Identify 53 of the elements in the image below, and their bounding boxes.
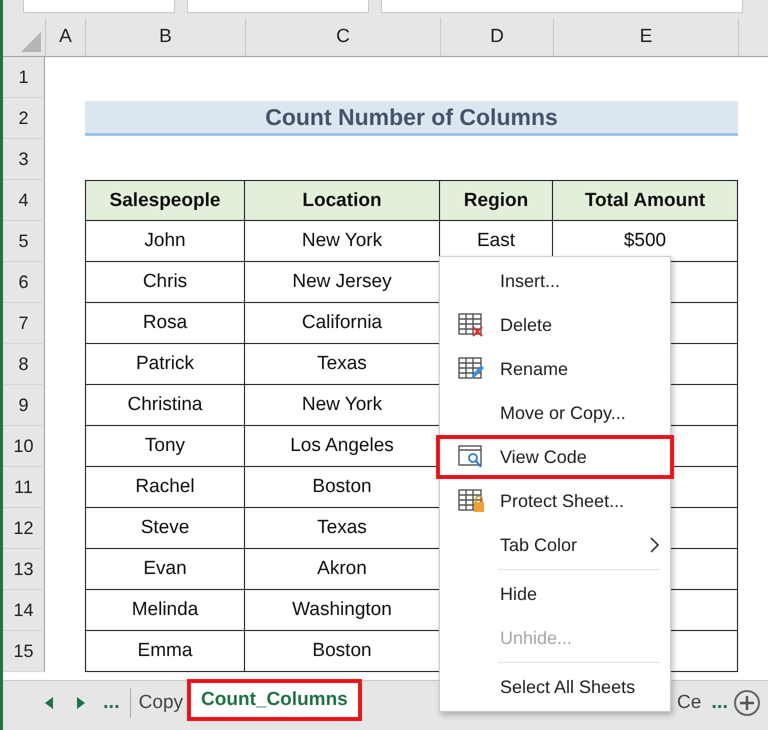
table-header-cell: Location [245,180,440,221]
row-header[interactable]: 12 [3,508,45,549]
rename-icon [458,357,484,381]
table-cell: Patrick [85,344,245,385]
sheet-tab[interactable]: Copy [134,682,188,724]
add-sheet-button[interactable] [734,690,760,716]
row-header[interactable]: 7 [3,303,45,344]
row-header[interactable]: 5 [3,221,45,262]
toolbar-field[interactable] [187,0,369,13]
row-header[interactable]: 10 [3,426,45,467]
sheet-tab[interactable]: Count_Columns [187,678,362,720]
select-all-icon[interactable] [21,32,41,52]
table-cell: Melinda [85,590,245,631]
table-cell: Christina [85,385,245,426]
row-header[interactable]: 11 [3,467,45,508]
table-header-cell: Total Amount [553,180,738,221]
row-header[interactable]: 3 [3,139,45,180]
column-header[interactable]: B [86,18,246,56]
table-cell: John [85,221,245,262]
menu-item[interactable]: View Code [436,435,674,479]
table-cell: Emma [85,631,245,672]
table-cell: Steve [85,508,245,549]
row-header[interactable]: 14 [3,590,45,631]
name-box-field[interactable] [23,0,175,13]
more-sheets-button[interactable]: ... [97,688,126,718]
table-header-cell: Region [440,180,553,221]
delete-sheet-icon [458,313,484,337]
column-header[interactable]: E [554,18,739,56]
protect-sheet-icon [458,489,484,513]
plus-icon [740,696,754,710]
column-header[interactable]: D [441,18,554,56]
row-header[interactable]: 8 [3,344,45,385]
formula-bar-field[interactable] [381,0,743,13]
row-header[interactable]: 9 [3,385,45,426]
more-sheets-button[interactable]: ... [705,688,734,718]
sheet-title: Count Number of Columns [85,101,738,136]
table-cell: Chris [85,262,245,303]
column-header[interactable]: A [46,18,86,56]
table-cell: Rachel [85,467,245,508]
table-cell: Evan [85,549,245,590]
table-cell: Rosa [85,303,245,344]
sheet-tab[interactable]: Ce [673,682,706,724]
row-header[interactable]: 1 [3,57,45,98]
row-header[interactable]: 4 [3,180,45,221]
row-header[interactable]: 2 [3,98,45,139]
table-cell: New York [245,221,440,262]
table-cell: Tony [85,426,245,467]
table-header-cell: Salespeople [85,180,245,221]
row-header[interactable]: 15 [3,631,45,672]
view-code-icon [458,445,484,469]
row-header[interactable]: 6 [3,262,45,303]
column-header[interactable]: C [246,18,441,56]
row-header[interactable]: 13 [3,549,45,590]
